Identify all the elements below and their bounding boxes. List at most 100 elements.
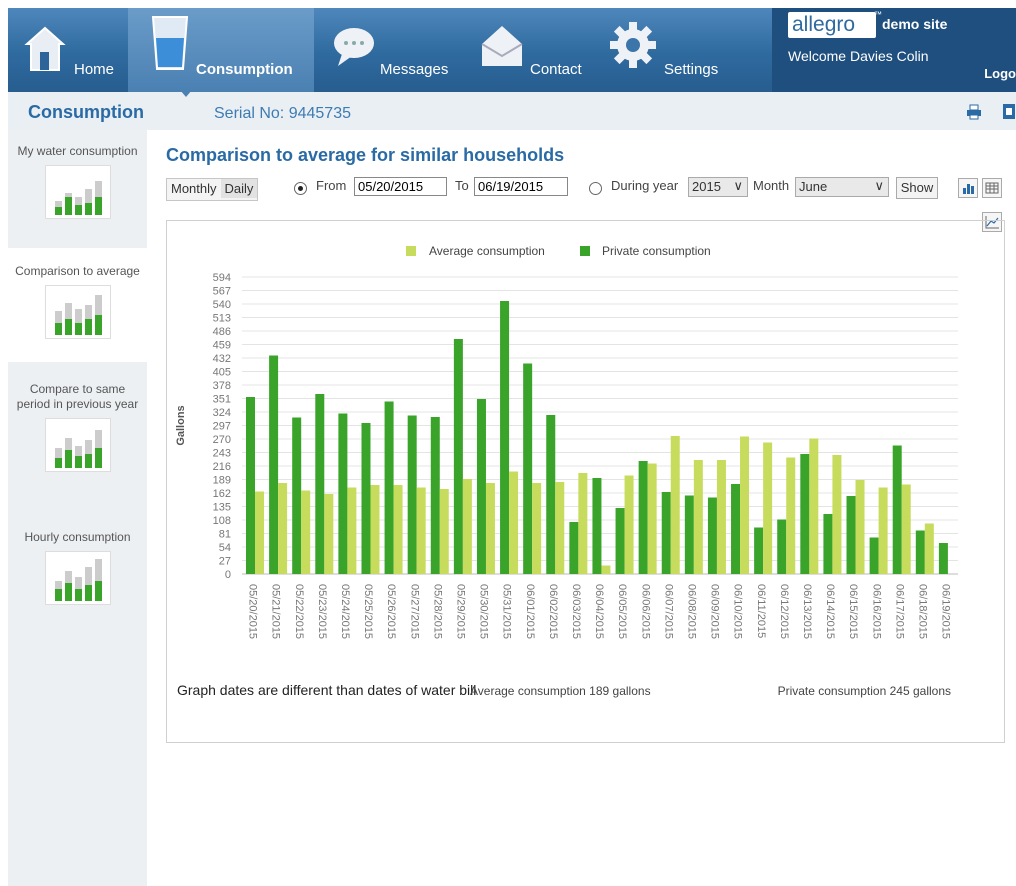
y-tick-label: 351	[213, 394, 231, 406]
during-year-label: During year	[611, 178, 679, 193]
print-icon[interactable]	[966, 104, 982, 120]
table-view-button[interactable]	[982, 178, 1002, 198]
private-consumption-bar	[684, 495, 694, 574]
legend-swatch-average	[406, 246, 416, 256]
x-tick-label: 06/08/2015	[685, 584, 697, 639]
sidebar-item-hourly-consumption[interactable]: Hourly consumption	[8, 530, 147, 626]
x-tick-label: 05/23/2015	[316, 584, 328, 639]
average-summary: Average consumption 189 gallons	[470, 684, 651, 698]
y-tick-label: 189	[213, 475, 231, 487]
bar-chart-view-button[interactable]	[958, 178, 978, 198]
average-consumption-bar	[740, 436, 750, 574]
y-tick-label: 513	[213, 313, 231, 325]
sidebar-item-my-water-consumption[interactable]: My water consumption	[8, 144, 147, 248]
x-tick-label: 05/28/2015	[431, 584, 443, 639]
month-select[interactable]: June ∨	[795, 177, 889, 197]
envelope-icon	[481, 26, 523, 66]
y-tick-label: 54	[219, 542, 231, 554]
nav-consumption[interactable]: Consumption	[128, 8, 314, 92]
x-tick-label: 06/07/2015	[662, 584, 674, 639]
serial-number: Serial No: 9445735	[214, 105, 351, 122]
sidebar-item-compare-previous-year[interactable]: Compare to same period in previous year	[8, 382, 147, 502]
sidebar-item-label: Comparison to average	[15, 264, 140, 278]
nav-messages[interactable]: Messages	[314, 8, 464, 92]
x-tick-label: 06/09/2015	[709, 584, 721, 639]
private-consumption-bar	[453, 339, 463, 574]
period-toggle: Monthly Daily	[166, 178, 259, 201]
x-tick-label: 06/10/2015	[732, 584, 744, 639]
average-consumption-bar	[601, 565, 611, 574]
x-tick-label: 06/19/2015	[940, 584, 952, 639]
x-tick-label: 05/20/2015	[247, 584, 259, 639]
average-consumption-bar	[278, 483, 288, 574]
private-consumption-bar	[754, 527, 764, 574]
y-tick-label: 486	[213, 326, 231, 338]
average-consumption-bar	[393, 485, 403, 574]
legend-label-average: Average consumption	[429, 244, 545, 258]
comparison-bar-chart: 027 5481 108135 162189 216243 270297 324351 378…	[175, 244, 958, 698]
chart-title: Comparison to average for similar househ…	[166, 145, 565, 165]
nav-contact[interactable]: Contact	[464, 8, 598, 92]
show-button[interactable]: Show	[896, 177, 938, 199]
y-tick-label: 567	[213, 286, 231, 298]
private-consumption-bar	[661, 492, 671, 574]
private-consumption-bar	[892, 445, 902, 574]
logout-link[interactable]: Logo	[984, 66, 1016, 81]
from-date-input[interactable]	[354, 177, 447, 196]
private-consumption-bar	[592, 478, 602, 574]
private-consumption-bar	[384, 401, 394, 574]
to-date-input[interactable]	[474, 177, 568, 196]
x-tick-label: 06/04/2015	[593, 584, 605, 639]
x-tick-label: 06/01/2015	[524, 584, 536, 639]
table-icon	[985, 182, 999, 194]
x-tick-label: 06/12/2015	[778, 584, 790, 639]
average-consumption-bar	[878, 487, 888, 574]
during-year-radio[interactable]	[589, 182, 602, 195]
nav-messages-label: Messages	[380, 61, 449, 78]
x-tick-label: 05/22/2015	[293, 584, 305, 639]
y-tick-label: 540	[213, 299, 231, 311]
y-tick-label: 108	[213, 515, 231, 527]
y-tick-label: 459	[213, 340, 231, 352]
average-consumption-bar	[693, 460, 703, 574]
private-summary: Private consumption 245 gallons	[778, 684, 951, 698]
x-tick-label: 06/17/2015	[893, 584, 905, 639]
private-consumption-bar	[269, 355, 279, 574]
monthly-toggle[interactable]: Monthly	[167, 179, 221, 198]
page-title: Consumption	[28, 102, 144, 122]
speech-bubble-icon	[334, 28, 374, 66]
x-tick-label: 05/24/2015	[339, 584, 351, 639]
average-consumption-bar	[578, 473, 588, 574]
sidebar-item-comparison-to-average[interactable]: Comparison to average	[8, 248, 147, 362]
private-consumption-bar	[638, 461, 648, 574]
y-tick-label: 162	[213, 488, 231, 500]
from-range-radio[interactable]	[294, 182, 307, 195]
private-consumption-bar	[476, 399, 486, 574]
nav-settings[interactable]: Settings	[598, 8, 748, 92]
brand-area: allegro ™ demo site Welcome Davies Colin…	[772, 8, 1016, 92]
year-select[interactable]: 2015 ∨	[688, 177, 748, 197]
nav-home[interactable]: Home	[8, 8, 128, 92]
average-consumption-bar	[255, 491, 264, 574]
private-consumption-bar	[523, 363, 533, 574]
average-consumption-bar	[670, 436, 680, 574]
private-consumption-bar	[315, 394, 325, 574]
daily-toggle[interactable]: Daily	[220, 179, 258, 198]
nav-contact-label: Contact	[530, 61, 582, 78]
to-label: To	[455, 178, 469, 193]
bar-chart-icon	[963, 184, 974, 194]
chart-panel: 0 27 54 81 108 135 162 189 216 243 270 297 324 351 378…	[166, 220, 1005, 743]
gear-icon	[610, 22, 656, 68]
y-tick-label: 378	[213, 380, 231, 392]
x-tick-label: 06/03/2015	[570, 584, 582, 639]
mini-bar-chart-icon	[44, 551, 111, 605]
export-icon[interactable]	[1002, 103, 1016, 120]
x-tick-label: 05/27/2015	[408, 584, 420, 639]
nav-consumption-label: Consumption	[196, 61, 293, 78]
top-nav: Home Consumption Messages Contact Settin…	[8, 8, 1016, 92]
private-consumption-bar	[800, 454, 810, 574]
private-consumption-bar	[823, 514, 833, 574]
x-tick-label: 05/25/2015	[362, 584, 374, 639]
nav-settings-label: Settings	[664, 61, 719, 78]
average-consumption-bar	[647, 463, 657, 574]
